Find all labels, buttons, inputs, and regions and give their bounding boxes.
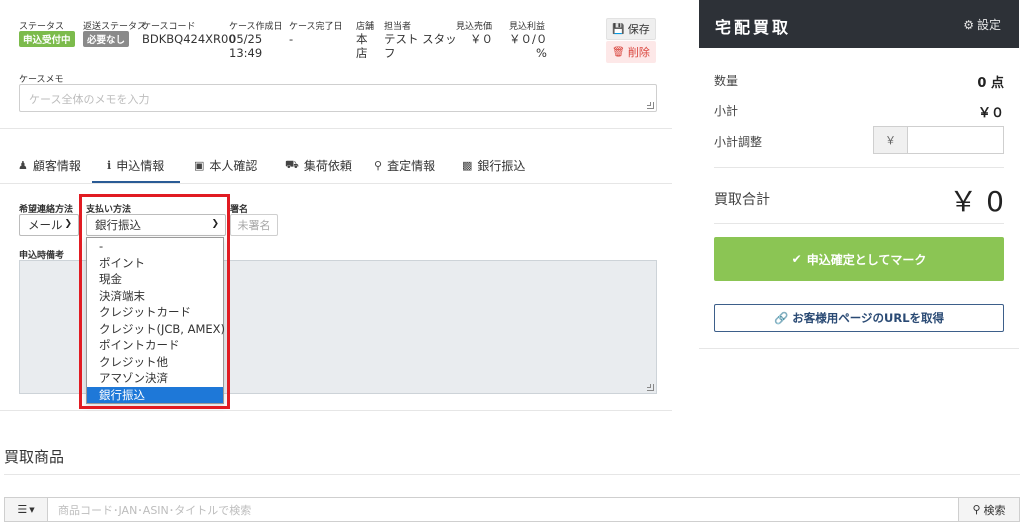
yen-prefix: ￥ [873, 126, 908, 154]
est-sales-value: ￥０ [470, 32, 493, 46]
chevron-down-icon: ❯ [64, 219, 72, 229]
completed-date-label: ケース完了日 [289, 22, 343, 32]
case-code: BDKBQ424XR00 [142, 32, 236, 46]
caret-down-icon: ▼ [29, 505, 35, 514]
created-date-label: ケース作成日 [229, 22, 283, 32]
tab-application-info[interactable]: i 申込情報 [107, 152, 164, 178]
tabs-divider [0, 183, 672, 184]
created-date: 05/25 [229, 32, 263, 46]
status-badge: 申込受付中 [19, 31, 75, 47]
info-icon: i [107, 158, 112, 172]
case-memo-input[interactable]: ケース全体のメモを入力 [19, 84, 657, 112]
total-value: ￥ 0 [949, 185, 1004, 218]
staff-value-line2: フ [384, 46, 396, 60]
signature-button-label: 未署名 [237, 219, 271, 232]
confirm-application-button[interactable]: ✔ 申込確定としてマーク [714, 237, 1004, 281]
store-label: 店舗 [356, 22, 375, 32]
est-profit-value: ￥０/０ [509, 32, 548, 46]
tab-bank-transfer-label: 銀行振込 [477, 158, 526, 173]
store-value-line2: 店 [356, 46, 368, 60]
store-value-line1: 本 [356, 32, 368, 46]
subtotal-label: 小計 [714, 104, 739, 118]
products-divider [4, 474, 1020, 475]
subtotal-value: ￥０ [977, 106, 1004, 121]
save-button[interactable]: 💾 保存 [606, 18, 656, 40]
search-icon: ⚲ [972, 503, 981, 516]
user-icon: ♟ [18, 158, 28, 172]
product-search-input[interactable]: 商品コード･JAN･ASIN･タイトルで検索 [47, 497, 959, 522]
est-profit-percent: % [536, 46, 547, 60]
check-icon: ✔ [791, 252, 802, 266]
panel-divider-2 [714, 223, 1004, 224]
case-memo-placeholder: ケース全体のメモを入力 [29, 93, 150, 106]
tab-application-info-label: 申込情報 [116, 158, 165, 173]
sliders-icon: ☰ [17, 503, 28, 516]
save-button-label: 保存 [627, 23, 650, 36]
delete-button[interactable]: 🗑 削除 [606, 41, 656, 63]
created-time: 13:49 [229, 46, 263, 60]
quantity-value: 0 点 [977, 76, 1004, 91]
tab-customer-info-label: 顧客情報 [32, 158, 81, 173]
completed-date: - [289, 32, 294, 46]
products-section-title: 買取商品 [4, 448, 65, 466]
confirm-application-label: 申込確定としてマーク [806, 252, 927, 267]
total-label: 買取合計 [714, 192, 770, 208]
panel-title: 宅配買取 [715, 18, 792, 37]
money-icon: ▩ [462, 158, 473, 172]
panel-header: 宅配買取 ⚙ 設定 [699, 0, 1019, 48]
product-search-placeholder: 商品コード･JAN･ASIN･タイトルで検索 [58, 503, 252, 517]
est-sales-label: 見込売価 [456, 22, 493, 32]
tab-bank-transfer[interactable]: ▩ 銀行振込 [462, 152, 525, 178]
highlight-annotation-box [79, 194, 230, 409]
signature-button[interactable]: 未署名 [230, 214, 278, 236]
contact-method-value: メール [28, 218, 63, 232]
search-icon: ⚲ [374, 158, 383, 172]
tab-identity-check[interactable]: ▣ 本人確認 [194, 152, 257, 178]
tab-appraisal-info-label: 査定情報 [387, 158, 436, 173]
search-button[interactable]: ⚲ 検索 [958, 497, 1020, 522]
settings-label: 設定 [976, 18, 1001, 32]
resize-grip-icon[interactable] [647, 384, 654, 391]
panel-bottom-divider [699, 348, 1019, 349]
get-customer-url-label: お客様用ページのURLを取得 [792, 311, 945, 325]
tab-pickup-request-label: 集荷依頼 [303, 158, 352, 173]
filter-button[interactable]: ☰ ▼ [4, 497, 48, 522]
id-card-icon: ▣ [194, 158, 205, 172]
tab-pickup-request[interactable]: ⛟ 集荷依頼 [285, 152, 352, 178]
search-button-label: 検索 [983, 503, 1006, 517]
resize-grip-icon[interactable] [647, 102, 654, 109]
contact-method-select[interactable]: メール ❯ [19, 214, 79, 236]
gear-icon: ⚙ [963, 17, 974, 32]
form-divider [0, 410, 672, 411]
link-icon: 🔗 [773, 311, 789, 325]
tab-customer-info[interactable]: ♟ 顧客情報 [18, 152, 81, 178]
est-profit-label: 見込利益 [509, 22, 546, 32]
settings-link[interactable]: ⚙ 設定 [963, 16, 1001, 33]
staff-value-line1: テスト スタッ [384, 32, 457, 46]
trash-icon: 🗑 [612, 46, 625, 58]
status-badge-text: 申込受付中 [19, 31, 75, 47]
save-icon: 💾 [612, 23, 625, 35]
panel-divider [714, 167, 1004, 168]
get-customer-url-button[interactable]: 🔗 お客様用ページのURLを取得 [714, 304, 1004, 332]
subtotal-adjust-input[interactable] [907, 126, 1004, 154]
quantity-label: 数量 [714, 74, 739, 88]
return-status-badge-text: 必要なし [83, 31, 130, 47]
case-code-label: ケースコード [142, 22, 196, 32]
tab-appraisal-info[interactable]: ⚲ 査定情報 [374, 152, 435, 178]
divider [0, 128, 672, 129]
tab-identity-check-label: 本人確認 [209, 158, 258, 173]
staff-label: 担当者 [384, 22, 412, 32]
delete-button-label: 削除 [627, 46, 650, 59]
truck-icon: ⛟ [285, 157, 299, 171]
subtotal-adjust-label: 小計調整 [714, 135, 763, 149]
return-status-badge: 必要なし [83, 31, 130, 47]
